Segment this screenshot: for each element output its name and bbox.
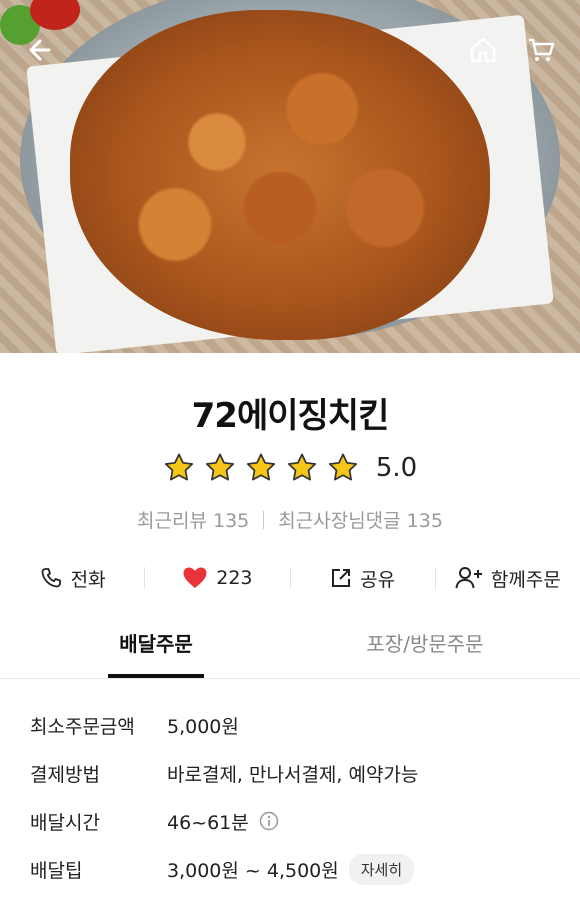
star-icon <box>246 453 275 481</box>
order-type-tabs: 배달주문 포장/방문주문 <box>0 628 580 679</box>
back-button[interactable] <box>18 30 58 70</box>
group-order-label: 함께주문 <box>490 568 561 591</box>
delivery-time-value: 46~61분 <box>167 811 249 834</box>
group-order-button[interactable]: 함께주문 <box>436 565 580 592</box>
owner-replies-link[interactable]: 최근사장님댓글 135 <box>278 506 443 533</box>
rating-score: 5.0 <box>375 453 418 483</box>
delivery-tip-value: 3,000원 ~ 4,500원 <box>167 859 339 882</box>
star-icon <box>328 453 357 481</box>
tab-delivery[interactable]: 배달주문 <box>108 628 204 678</box>
tab-pickup[interactable]: 포장/방문주문 <box>340 628 510 678</box>
min-order-row: 최소주문금액 5,000원 <box>30 708 239 742</box>
delivery-time-label: 배달시간 <box>30 811 100 834</box>
action-bar: 전화 223 공유 함께주문 <box>0 560 580 596</box>
delivery-time-value-group: 46~61분 <box>167 808 279 835</box>
payment-row: 결제방법 바로결제, 만나서결제, 예약가능 <box>30 756 418 790</box>
share-button[interactable]: 공유 <box>291 565 435 592</box>
delivery-tip-label: 배달팁 <box>30 859 83 882</box>
heart-icon <box>183 567 207 588</box>
share-icon <box>332 569 351 587</box>
min-order-value: 5,000원 <box>167 715 239 738</box>
star-icon <box>287 453 316 481</box>
delivery-tip-row: 배달팁 3,000원 ~ 4,500원 자세히 <box>30 852 415 886</box>
recent-reviews-link[interactable]: 최근리뷰 135 <box>137 506 249 533</box>
cart-button[interactable] <box>521 30 561 70</box>
payment-label: 결제방법 <box>30 763 100 786</box>
share-label: 공유 <box>360 568 396 591</box>
rating: 5.0 <box>0 452 580 484</box>
call-label: 전화 <box>70 568 106 591</box>
payment-value: 바로결제, 만나서결제, 예약가능 <box>167 763 419 786</box>
star-icon <box>205 453 234 481</box>
like-count: 223 <box>216 567 253 589</box>
store-name: 72에이징치킨 <box>191 396 390 436</box>
call-button[interactable]: 전화 <box>0 565 144 592</box>
like-button[interactable]: 223 <box>145 566 289 590</box>
home-icon <box>470 37 496 63</box>
back-arrow-icon <box>29 39 51 61</box>
phone-icon <box>41 568 61 588</box>
add-user-icon <box>455 567 482 589</box>
delivery-time-row: 배달시간 46~61분 <box>30 804 279 838</box>
star-icon <box>164 453 193 481</box>
min-order-label: 최소주문금액 <box>30 715 135 738</box>
info-icon[interactable] <box>259 811 279 831</box>
review-counts: 최근리뷰 135 최근사장님댓글 135 <box>0 506 580 533</box>
home-button[interactable] <box>463 30 503 70</box>
divider <box>263 510 265 529</box>
details-button[interactable]: 자세히 <box>348 853 415 885</box>
delivery-tip-value-group: 3,000원 ~ 4,500원 자세히 <box>167 853 415 885</box>
cart-icon <box>529 38 555 61</box>
